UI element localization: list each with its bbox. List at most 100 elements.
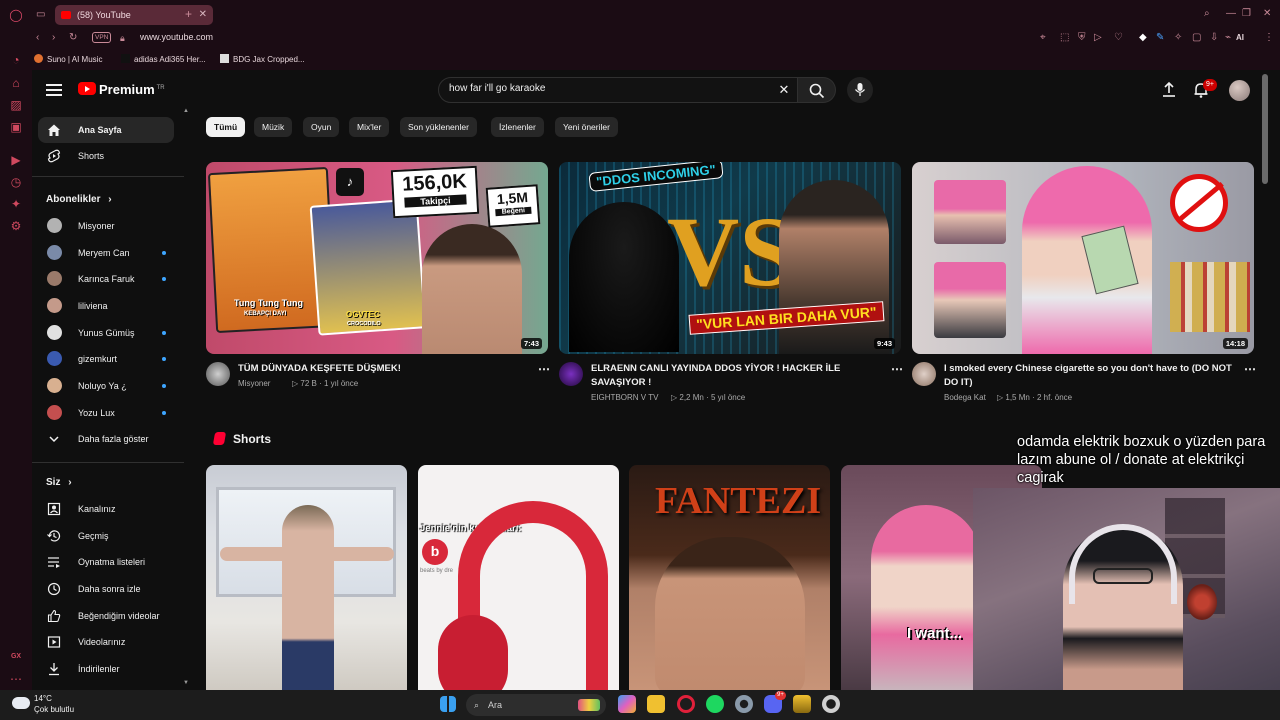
extensions-icon[interactable]: ✧ (1174, 32, 1182, 44)
workspaces-icon[interactable]: ⌂ (9, 76, 23, 90)
search-tabs-icon[interactable]: ⌕ (1204, 8, 1210, 20)
video-thumbnail[interactable]: Tung Tung Tung KEBAPÇI DAYI OGVTEC CROCO… (206, 162, 548, 354)
sidebar-item-your-videos[interactable]: Videolarınız (38, 629, 174, 655)
show-more-button[interactable]: Daha fazla göster (38, 426, 174, 452)
more-options-icon[interactable]: ⋯ (538, 362, 550, 376)
obs-icon[interactable] (822, 695, 840, 713)
chip-all[interactable]: Tümü (206, 117, 246, 137)
heart-icon[interactable]: ♡ (1114, 32, 1123, 44)
more-options-icon[interactable]: ⋯ (1244, 362, 1256, 376)
video-title[interactable]: ELRAENN CANLI YAYINDA DDOS YİYOR ! HACKE… (591, 362, 886, 390)
hamburger-menu-icon[interactable] (46, 84, 62, 98)
file-explorer-icon[interactable] (647, 695, 665, 713)
sidebar-item-shorts[interactable]: Shorts (38, 143, 174, 169)
video-channel-name[interactable]: EIGHTBORN V TV (591, 393, 658, 402)
start-windows-icon[interactable] (440, 696, 456, 712)
sidebar-item-downloads[interactable]: İndirilenler (38, 656, 174, 682)
upload-icon[interactable] (1160, 81, 1178, 99)
weather-cloud-icon[interactable] (12, 697, 30, 709)
player-icon[interactable]: ▶ (9, 153, 23, 167)
sidebar-item-subscription[interactable]: Noluyo Ya ¿ (38, 373, 174, 399)
channel-avatar[interactable] (559, 362, 583, 386)
opera-logo-icon[interactable]: ◯ (9, 8, 23, 22)
video-channel-name[interactable]: Misyoner (238, 379, 270, 388)
easy-setup-icon[interactable]: ⌁ (1225, 32, 1231, 44)
chip-mixes[interactable]: Mix'ler (349, 117, 390, 137)
settings-icon[interactable]: ⚙ (9, 219, 23, 233)
sidebar-item-playlists[interactable]: Oynatma listeleri (38, 549, 174, 575)
sidebar-item-your-channel[interactable]: Kanalınız (38, 496, 174, 522)
sidebar-item-subscription[interactable]: liliviena (38, 293, 174, 319)
subscriptions-heading[interactable]: Abonelikler › (46, 194, 112, 205)
channel-avatar[interactable] (912, 362, 936, 386)
sidebar-item-subscription[interactable]: gizemkurt (38, 346, 174, 372)
youtube-premium-logo[interactable]: Premium TR (78, 82, 165, 102)
spotify-icon[interactable] (706, 695, 724, 713)
video-channel-name[interactable]: Bodega Kat (944, 393, 986, 402)
short-card[interactable]: Jennie'nin kulaklıkları: b beats by dre (418, 465, 619, 690)
aria-icon[interactable]: ◔ (9, 53, 23, 67)
bookmark-bdg[interactable]: BDG Jax Cropped... (220, 54, 305, 64)
copilot-icon[interactable] (618, 695, 636, 713)
sidebar-item-liked-videos[interactable]: Beğendiğim videolar (38, 603, 174, 629)
sidebar-item-home[interactable]: Ana Sayfa (38, 117, 174, 143)
sidebar-item-subscription[interactable]: Misyoner (38, 213, 174, 239)
search-button[interactable] (798, 77, 836, 103)
maximize-icon[interactable]: ❐ (1242, 8, 1251, 20)
extension-2-icon[interactable]: ✎ (1156, 32, 1164, 44)
opera-gx-icon[interactable] (677, 695, 695, 713)
more-rail-icon[interactable]: ⋯ (9, 672, 23, 686)
settings-app-icon[interactable] (735, 695, 753, 713)
tab-list-icon[interactable]: ▭ (36, 9, 45, 21)
chip-new-to-you[interactable]: Yeni öneriler (555, 117, 618, 137)
more-options-icon[interactable]: ⋯ (891, 362, 903, 376)
scrollbar-thumb[interactable] (1262, 74, 1268, 184)
messenger-icon[interactable]: ▣ (9, 120, 23, 134)
sidebar-item-watch-later[interactable]: Daha sonra izle (38, 576, 174, 602)
app-yellow-icon[interactable] (793, 695, 811, 713)
back-icon[interactable]: ‹ (36, 32, 39, 44)
close-tab-icon[interactable]: ✕ (199, 5, 207, 25)
extensions-rail-icon[interactable]: ✦ (9, 197, 23, 211)
channel-avatar[interactable] (206, 362, 230, 386)
weather-description[interactable]: Çok bulutlu (34, 705, 74, 714)
browser-menu-icon[interactable]: ⋮ (1264, 32, 1274, 44)
video-thumbnail[interactable]: 14:18 (912, 162, 1254, 354)
sidebar-scroll-down-icon[interactable]: ▼ (183, 680, 189, 686)
search-input[interactable] (449, 83, 749, 94)
url-field[interactable]: www.youtube.com (140, 31, 213, 43)
vpn-badge[interactable]: VPN (92, 32, 112, 43)
snapshot-icon[interactable]: ⬚ (1060, 32, 1069, 44)
sidebar-item-subscription[interactable]: Yozu Lux (38, 400, 174, 426)
shield-icon[interactable]: ⛨ (1078, 32, 1086, 44)
downloads-icon[interactable]: ⇩ (1210, 32, 1218, 44)
bookmark-page-icon[interactable]: ⌖ (1040, 32, 1046, 44)
gx-label-icon[interactable]: GX (9, 650, 23, 664)
ai-button[interactable]: AI (1236, 32, 1244, 44)
clear-search-icon[interactable]: ✕ (777, 83, 791, 97)
short-card[interactable]: FANTEZI (629, 465, 830, 690)
video-title[interactable]: I smoked every Chinese cigarette so you … (944, 362, 1239, 390)
minimize-icon[interactable]: — (1226, 8, 1236, 20)
pin-icon[interactable]: ▷ (1094, 32, 1102, 44)
close-window-icon[interactable]: ✕ (1263, 8, 1271, 20)
chip-watched[interactable]: İzlenenler (491, 117, 544, 137)
chip-music[interactable]: Müzik (254, 117, 293, 137)
sidebar-item-subscription[interactable]: Karınca Faruk (38, 266, 174, 292)
video-thumbnail[interactable]: VS "DDOS INCOMING" "VUR LAN BIR DAHA VUR… (559, 162, 901, 354)
extension-1-icon[interactable]: ◆ (1139, 32, 1147, 44)
history-rail-icon[interactable]: ◷ (9, 175, 23, 189)
chip-gaming[interactable]: Oyun (303, 117, 340, 137)
sidebar-item-subscription[interactable]: Meryem Can (38, 240, 174, 266)
chip-recently-uploaded[interactable]: Son yüklenenler (400, 117, 477, 137)
bookmark-suno[interactable]: Suno | AI Music (34, 54, 102, 64)
you-heading[interactable]: Siz › (46, 477, 72, 488)
forward-icon[interactable]: › (52, 32, 55, 44)
weather-temperature[interactable]: 14°C (34, 694, 52, 703)
new-tab-icon[interactable]: + (185, 8, 192, 20)
account-avatar[interactable] (1229, 80, 1250, 101)
taskbar-search-box[interactable]: ⌕ Ara (466, 694, 606, 716)
sidebar-item-subscription[interactable]: Yunus Gümüş (38, 320, 174, 346)
short-card[interactable] (206, 465, 407, 690)
reload-icon[interactable]: ↻ (69, 32, 77, 44)
